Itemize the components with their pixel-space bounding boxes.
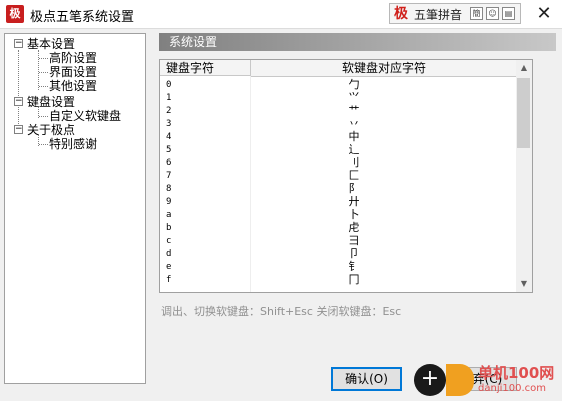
table-cell-key[interactable]: 6 xyxy=(166,157,171,170)
collapse-icon[interactable]: − xyxy=(14,97,23,106)
app-logo-icon: 极 xyxy=(6,5,24,23)
column-header-mapped[interactable]: 软键盘对应字符 xyxy=(251,60,517,77)
table-cell-key[interactable]: 5 xyxy=(166,144,171,157)
tree-item-custom-soft-keyboard[interactable]: 自定义软键盘 xyxy=(49,109,121,123)
table-cell-mapped[interactable]: 彐 xyxy=(344,234,364,248)
confirm-button[interactable]: 确认(O) xyxy=(331,367,402,391)
ime-toolbar[interactable]: 极 五筆拼音 簡 ☺ ▤ xyxy=(389,3,521,24)
table-cell-key[interactable]: 4 xyxy=(166,131,171,144)
table-cell-key[interactable]: e xyxy=(166,261,171,274)
column-header-key[interactable]: 键盘字符 xyxy=(160,60,250,76)
section-title: 系统设置 xyxy=(159,33,556,51)
tree-line xyxy=(39,144,48,145)
tree-item-interface-settings[interactable]: 界面设置 xyxy=(49,65,97,79)
tree-item-special-thanks[interactable]: 特别感谢 xyxy=(49,137,97,151)
table-cell-mapped[interactable]: ⺾ xyxy=(344,104,364,118)
ime-mode-label[interactable]: 五筆拼音 xyxy=(414,6,462,23)
table-scrollbar[interactable]: ▲ ▼ xyxy=(516,60,532,292)
table-cell-key[interactable]: a xyxy=(166,209,171,222)
keyboard-icon[interactable]: ▤ xyxy=(502,7,515,20)
tree-item-keyboard-settings[interactable]: 键盘设置 xyxy=(27,95,75,109)
table-cell-key[interactable]: b xyxy=(166,222,171,235)
tree-item-about[interactable]: 关于极点 xyxy=(27,123,75,137)
watermark-shape xyxy=(446,364,474,396)
table-cell-mapped[interactable]: 阝 xyxy=(344,182,364,196)
close-button[interactable]: ✕ xyxy=(533,4,555,24)
table-cell-mapped[interactable]: 虍 xyxy=(344,221,364,235)
settings-tree: − 基本设置 高阶设置 界面设置 其他设置 − 键盘设置 自定义软键盘 − 关于… xyxy=(4,33,146,384)
table-cell-key[interactable]: 9 xyxy=(166,196,171,209)
title-bar: 极 极点五笔系统设置 极 五筆拼音 簡 ☺ ▤ ✕ xyxy=(0,0,562,29)
scroll-up-icon[interactable]: ▲ xyxy=(516,60,532,76)
collapse-icon[interactable]: − xyxy=(14,39,23,48)
table-cell-mapped[interactable]: 卜 xyxy=(344,208,364,222)
table-cell-key[interactable]: c xyxy=(166,235,171,248)
tree-line xyxy=(39,116,48,117)
table-cell-mapped[interactable]: 冂 xyxy=(344,273,364,287)
table-cell-mapped[interactable]: 卩 xyxy=(344,247,364,261)
table-cell-mapped[interactable]: 勹 xyxy=(344,78,364,92)
table-cell-key[interactable]: 3 xyxy=(166,118,171,131)
table-cell-mapped[interactable]: 中 xyxy=(344,130,364,144)
table-cell-mapped[interactable]: 钅 xyxy=(344,260,364,274)
table-cell-key[interactable]: 1 xyxy=(166,92,171,105)
tree-line xyxy=(18,50,19,134)
watermark-plus-icon: + xyxy=(414,364,446,396)
tree-item-basic-settings[interactable]: 基本设置 xyxy=(27,37,75,51)
table-cell-mapped[interactable]: 匚 xyxy=(344,169,364,183)
table-cell-key[interactable]: 8 xyxy=(166,183,171,196)
scroll-thumb[interactable] xyxy=(517,78,530,148)
table-cell-mapped[interactable]: ⺍ xyxy=(344,91,364,105)
table-cell-key[interactable]: f xyxy=(166,274,171,287)
table-cell-key[interactable]: 2 xyxy=(166,105,171,118)
table-cell-key[interactable]: 0 xyxy=(166,79,171,92)
soft-keyboard-table[interactable]: 键盘字符 软键盘对应字符 0 勹 1 ⺍ 2 ⺾ 3 丷 4 中 5 辶 6 刂 7 匚 8 阝 9 廾 a 卜 b 虍 c 彐 d… xyxy=(159,59,533,293)
tree-line xyxy=(39,86,48,87)
table-cell-mapped[interactable]: 刂 xyxy=(344,156,364,170)
table-cell-mapped[interactable]: 廾 xyxy=(344,195,364,209)
table-cell-key[interactable]: 7 xyxy=(166,170,171,183)
scroll-down-icon[interactable]: ▼ xyxy=(516,276,532,292)
collapse-icon[interactable]: − xyxy=(14,125,23,134)
table-cell-key[interactable]: d xyxy=(166,248,171,261)
tree-item-other-settings[interactable]: 其他设置 xyxy=(49,79,97,93)
smiley-icon[interactable]: ☺ xyxy=(486,7,499,20)
column-divider xyxy=(250,76,251,292)
tree-line xyxy=(38,50,39,90)
ime-logo-icon: 极 xyxy=(394,6,408,22)
window-title: 极点五笔系统设置 xyxy=(30,10,135,25)
table-cell-mapped[interactable]: 辶 xyxy=(344,143,364,157)
tree-line xyxy=(39,58,48,59)
watermark-title: 单机100网 xyxy=(478,364,555,382)
watermark-url: danji100.com xyxy=(478,383,546,394)
tree-line xyxy=(39,72,48,73)
table-cell-mapped[interactable]: 丷 xyxy=(344,117,364,131)
simplified-toggle-icon[interactable]: 簡 xyxy=(470,7,483,20)
tree-item-advanced-settings[interactable]: 高阶设置 xyxy=(49,51,97,65)
shortcut-hint: 调出、切换软键盘：Shift+Esc 关闭软键盘：Esc xyxy=(161,305,402,318)
